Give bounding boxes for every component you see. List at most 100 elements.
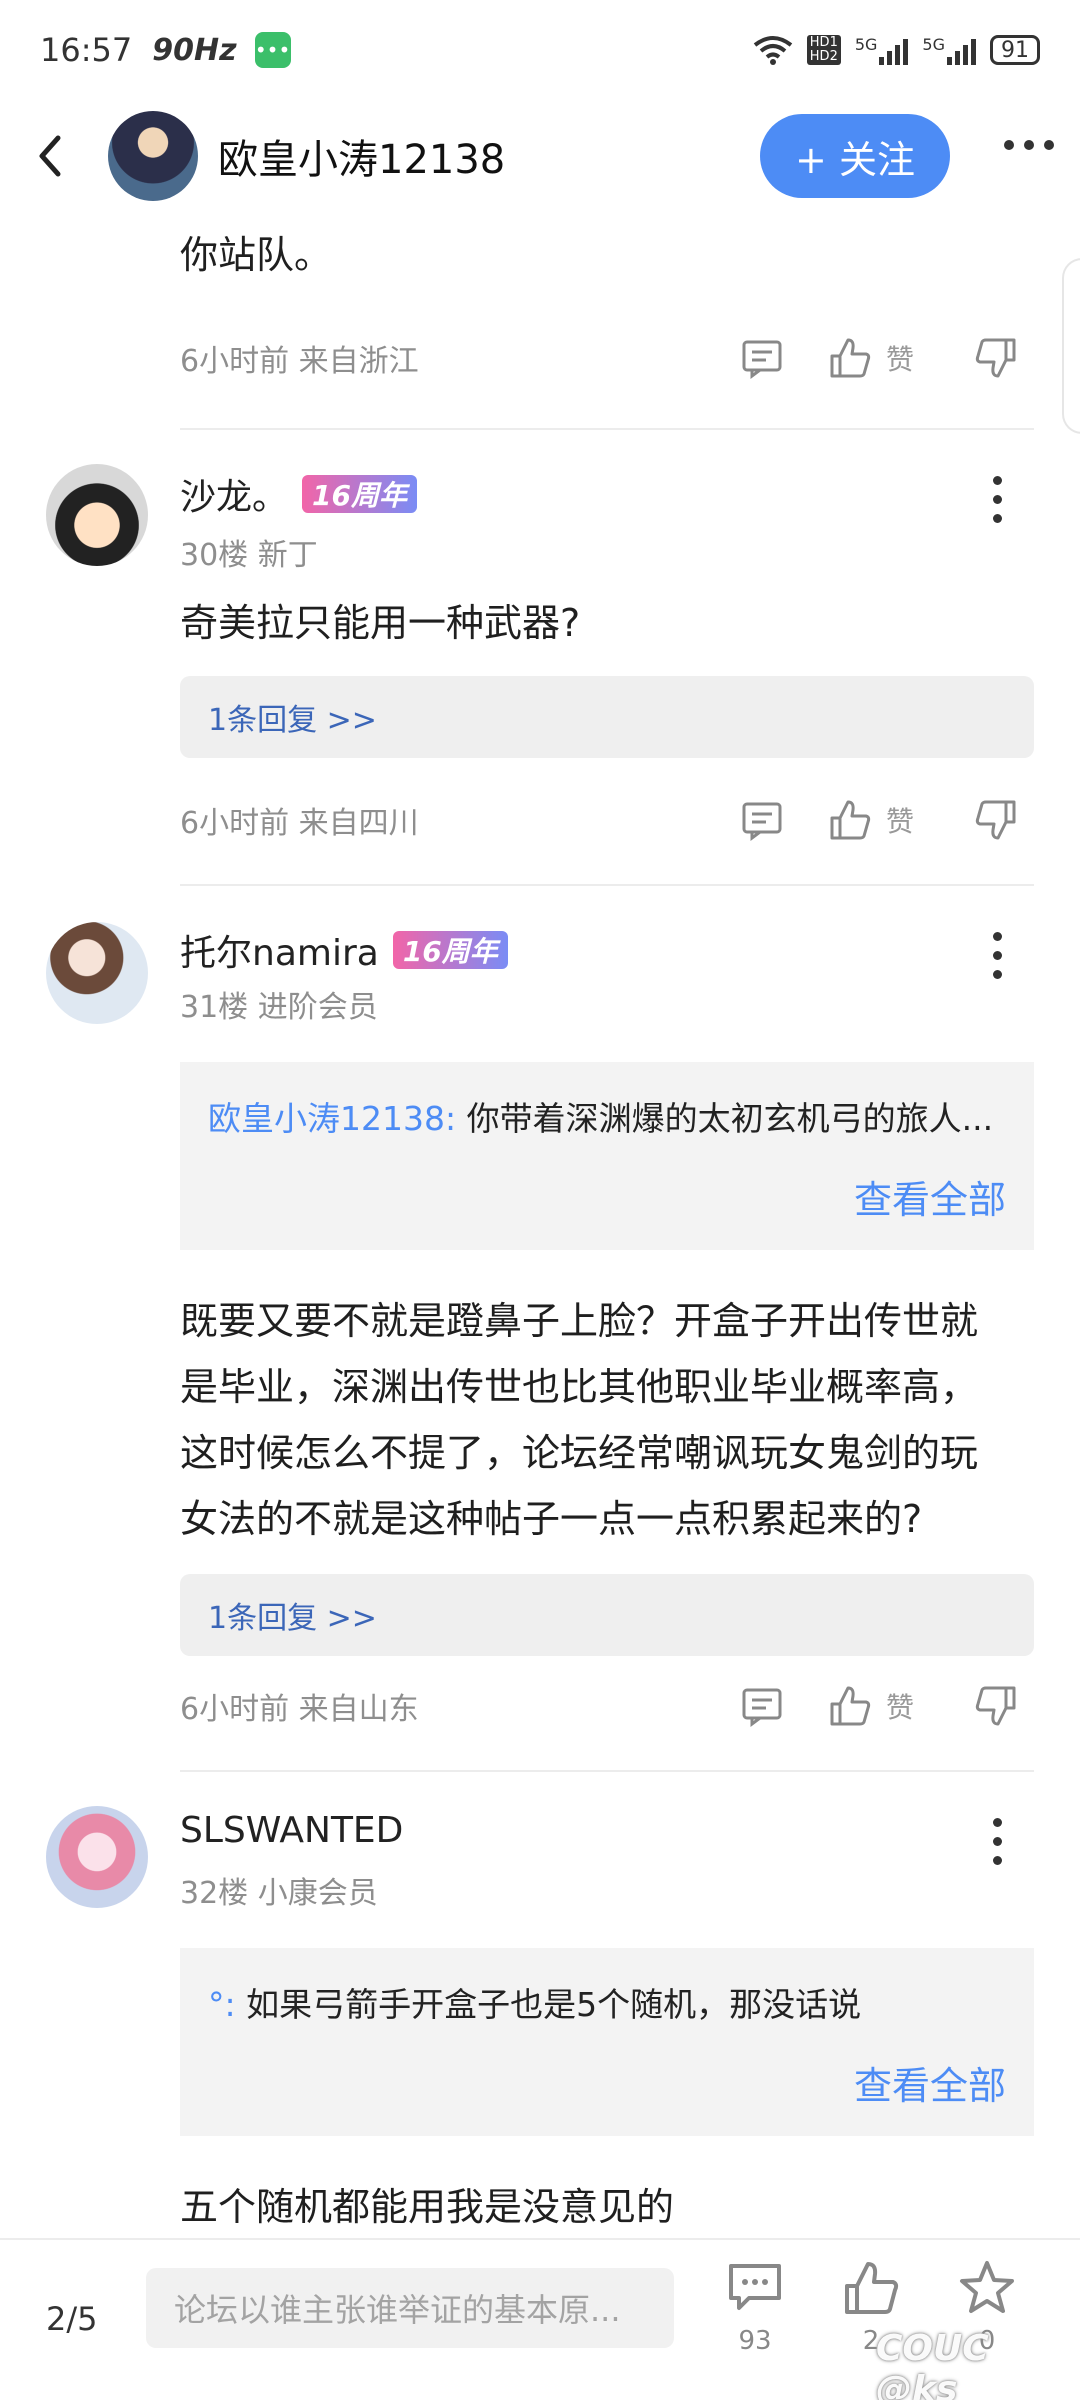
like-label: 赞 bbox=[886, 805, 915, 838]
refresh-rate: 90Hz bbox=[152, 32, 237, 68]
thumbs-down-icon bbox=[975, 338, 1016, 378]
reply-icon[interactable] bbox=[740, 336, 784, 380]
comment-actions: 赞 bbox=[740, 328, 1018, 388]
thumbs-down-icon bbox=[975, 800, 1016, 840]
like-button[interactable]: 赞 bbox=[828, 1684, 914, 1728]
quoted-comment[interactable]: °: 如果弓箭手开盒子也是5个随机，那没话说 查看全部 bbox=[180, 1948, 1034, 2136]
comment-meta: 6小时前 来自山东 赞 bbox=[0, 1676, 1080, 1736]
hd2-label: HD2 bbox=[809, 49, 838, 64]
floor-and-level: 32楼 小康会员 bbox=[180, 1876, 378, 1911]
anniversary-badge: 16周年 bbox=[302, 475, 417, 513]
comment-time-location: 6小时前 来自四川 bbox=[180, 806, 419, 841]
comment-more-icon[interactable] bbox=[990, 476, 1004, 523]
commenter-name[interactable]: 托尔namira bbox=[180, 924, 379, 976]
thumbs-up-icon bbox=[830, 338, 871, 378]
quote-line: 欧皇小涛12138: 你带着深渊爆的太初玄机弓的旅人... bbox=[208, 1092, 1008, 1140]
comment-text: 既要又要不就是蹬鼻子上脸？开盒子开出传世就 是毕业，深渊出传世也比其他职业毕业概… bbox=[0, 1288, 1080, 1552]
comment-text: 五个随机都能用我是没意见的 bbox=[180, 2185, 675, 2229]
comment-text: 你站队。 bbox=[180, 233, 333, 277]
comment-item: 沙龙。 16周年 30楼 新丁 奇美拉只能用一种武器? 1条回复 >> 6小时前… bbox=[0, 430, 1080, 886]
network-type-1: 5G bbox=[854, 35, 878, 54]
battery-icon: 91 bbox=[990, 35, 1040, 65]
like-label: 赞 bbox=[886, 1691, 915, 1724]
dislike-button[interactable] bbox=[974, 1684, 1018, 1728]
status-bar: 16:57 90Hz ••• HD1 HD2 5G 5G 91 bbox=[0, 0, 1080, 100]
signal-2: 5G bbox=[922, 35, 976, 65]
quoted-comment[interactable]: 欧皇小涛12138: 你带着深渊爆的太初玄机弓的旅人... 查看全部 bbox=[180, 1062, 1034, 1250]
chevron-left-icon bbox=[39, 135, 61, 177]
comment-actions: 赞 bbox=[740, 1676, 1018, 1736]
comment-fragment: 你站队。 6小时前 来自浙江 赞 bbox=[0, 222, 1080, 430]
status-right: HD1 HD2 5G 5G 91 bbox=[753, 35, 1040, 65]
comments-button[interactable]: 93 bbox=[720, 2258, 790, 2356]
quote-author[interactable]: 欧皇小涛12138: bbox=[208, 1099, 456, 1138]
comment-text-line: 这时候怎么不提了，论坛经常嘲讽玩女鬼剑的玩 bbox=[180, 1431, 979, 1475]
like-label: 赞 bbox=[886, 343, 915, 376]
comment-meta: 6小时前 来自四川 赞 bbox=[0, 790, 1080, 850]
commenter-avatar[interactable] bbox=[46, 464, 148, 566]
commenter-name-row: SLSWANTED bbox=[180, 1810, 403, 1851]
comment-icon bbox=[729, 2264, 781, 2310]
thumbs-up-icon bbox=[845, 2262, 899, 2314]
floor-and-level: 30楼 新丁 bbox=[180, 538, 318, 573]
back-button[interactable] bbox=[30, 126, 70, 186]
comment-list: 你站队。 6小时前 来自浙江 赞 沙龙。 16周年 30楼 新丁 奇美拉只能用一… bbox=[0, 212, 1080, 2272]
message-app-icon: ••• bbox=[254, 32, 291, 68]
wifi-icon bbox=[753, 36, 793, 65]
reply-icon[interactable] bbox=[740, 1684, 784, 1728]
reply-input[interactable]: 论坛以谁主张谁举证的基本原... bbox=[146, 2268, 674, 2348]
star-icon bbox=[960, 2261, 1014, 2313]
hd1-label: HD1 bbox=[809, 35, 838, 50]
hd-indicator: HD1 HD2 bbox=[806, 35, 841, 65]
dislike-button[interactable] bbox=[974, 798, 1018, 842]
comment-text-line: 既要又要不就是蹬鼻子上脸？开盒子开出传世就 bbox=[180, 1299, 979, 1343]
thumbs-down-icon bbox=[975, 1686, 1016, 1726]
comment-text-line: 是毕业，深渊出传世也比其他职业毕业概率高， bbox=[180, 1365, 979, 1409]
author-avatar[interactable] bbox=[108, 111, 198, 201]
comment-actions: 赞 bbox=[740, 790, 1018, 850]
commenter-avatar[interactable] bbox=[46, 922, 148, 1024]
signal-1: 5G bbox=[855, 35, 909, 65]
replies-link[interactable]: 1条回复 >> bbox=[180, 676, 1034, 758]
comment-text: 奇美拉只能用一种武器? bbox=[180, 601, 581, 645]
dislike-button[interactable] bbox=[974, 336, 1018, 380]
commenter-name-row: 托尔namira 16周年 bbox=[180, 924, 508, 976]
quote-text: 如果弓箭手开盒子也是5个随机，那没话说 bbox=[235, 1985, 862, 2024]
like-button[interactable]: 赞 bbox=[828, 798, 914, 842]
commenter-name[interactable]: SLSWANTED bbox=[180, 1810, 403, 1851]
comment-more-icon[interactable] bbox=[990, 932, 1004, 979]
comment-more-icon[interactable] bbox=[990, 1818, 1004, 1865]
comment-item: SLSWANTED 32楼 小康会员 °: 如果弓箭手开盒子也是5个随机，那没话… bbox=[0, 1772, 1080, 2272]
comment-meta: 6小时前 来自浙江 赞 bbox=[0, 328, 1080, 388]
comment-item: 托尔namira 16周年 31楼 进阶会员 欧皇小涛12138: 你带着深渊爆… bbox=[0, 886, 1080, 1772]
commenter-name[interactable]: 沙龙。 bbox=[180, 468, 288, 520]
watermark: COUC @ks bbox=[876, 2328, 989, 2400]
quote-text: 你带着深渊爆的太初玄机弓的旅人... bbox=[456, 1099, 994, 1138]
replies-link[interactable]: 1条回复 >> bbox=[180, 1574, 1034, 1656]
post-header: 欧皇小涛12138 + 关注 bbox=[0, 100, 1080, 212]
view-all-link[interactable]: 查看全部 bbox=[854, 2055, 1006, 2110]
commenter-name-row: 沙龙。 16周年 bbox=[180, 468, 417, 520]
more-options-icon[interactable] bbox=[1004, 140, 1054, 150]
signal-bars-icon bbox=[947, 35, 976, 65]
reply-icon[interactable] bbox=[740, 798, 784, 842]
thumbs-up-icon bbox=[830, 1686, 871, 1726]
thumbs-up-icon bbox=[830, 800, 871, 840]
signal-bars-icon bbox=[879, 35, 909, 65]
status-time: 16:57 bbox=[40, 31, 133, 69]
comment-count: 93 bbox=[738, 2326, 772, 2356]
follow-button[interactable]: + 关注 bbox=[760, 114, 950, 198]
comment-time-location: 6小时前 来自浙江 bbox=[180, 344, 419, 379]
comment-time-location: 6小时前 来自山东 bbox=[180, 1692, 419, 1727]
quote-author[interactable]: °: bbox=[208, 1985, 236, 2024]
page-indicator[interactable]: 2/5 bbox=[46, 2300, 98, 2338]
commenter-avatar[interactable] bbox=[46, 1806, 148, 1908]
anniversary-badge: 16周年 bbox=[392, 931, 508, 969]
quote-line: °: 如果弓箭手开盒子也是5个随机，那没话说 bbox=[208, 1978, 1008, 2026]
comment-text-line: 女法的不就是这种帖子一点一点积累起来的? bbox=[180, 1497, 923, 1541]
floor-and-level: 31楼 进阶会员 bbox=[180, 990, 378, 1025]
like-button[interactable]: 赞 bbox=[828, 336, 914, 380]
network-type-2: 5G bbox=[922, 35, 945, 54]
author-name[interactable]: 欧皇小涛12138 bbox=[218, 127, 505, 185]
view-all-link[interactable]: 查看全部 bbox=[854, 1169, 1006, 1224]
